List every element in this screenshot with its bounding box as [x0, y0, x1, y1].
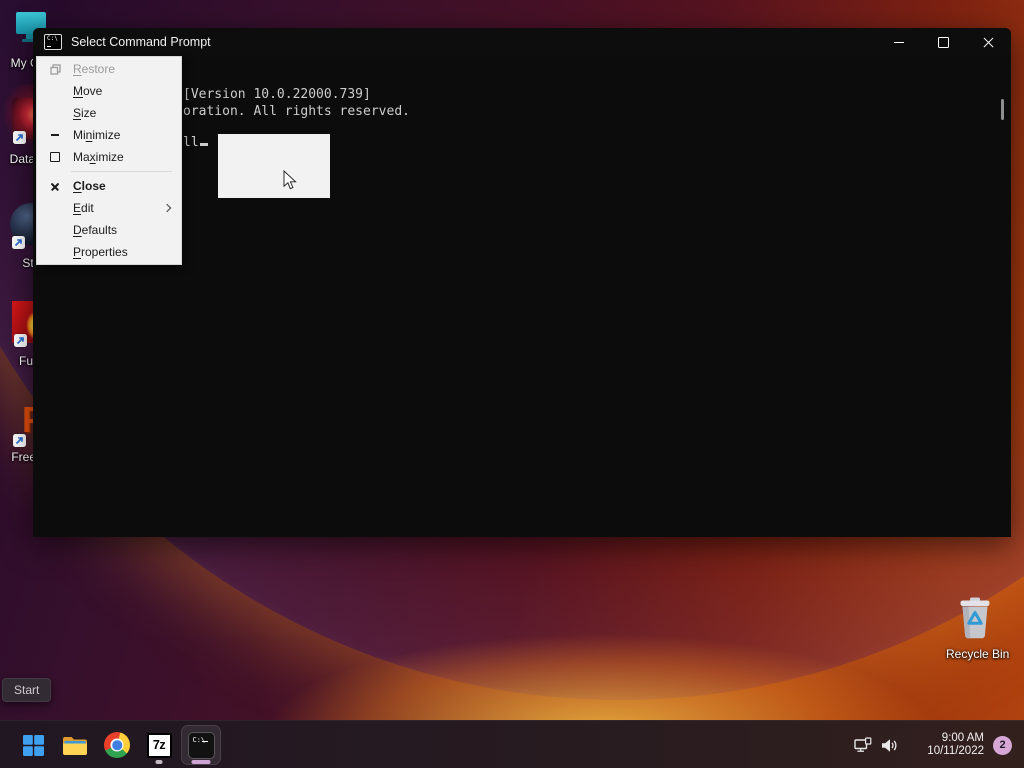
menu-item-label: Close — [73, 179, 106, 193]
chrome-button[interactable] — [97, 725, 137, 765]
clock-time: 9:00 AM — [941, 731, 984, 744]
maximize-icon — [45, 152, 65, 162]
clock-date: 10/11/2022 — [927, 745, 984, 757]
minimize-button[interactable] — [876, 28, 921, 56]
volume-icon — [881, 738, 896, 752]
desktop-icon-label: Recycle Bin — [946, 647, 1010, 661]
taskbar: 7z C:\ 9:00 AM 10/11/2022 2 — [0, 720, 1024, 768]
close-icon — [983, 37, 994, 48]
desktop-icon-recycle-bin[interactable]: Recycle Bin — [946, 596, 1010, 661]
terminal-prompt-text: ll — [183, 135, 199, 150]
minimize-icon — [45, 134, 65, 136]
command-prompt-button[interactable]: C:\ — [181, 725, 221, 765]
scrollbar-thumb[interactable] — [1001, 99, 1004, 120]
menu-item-minimize[interactable]: Minimize — [37, 124, 181, 146]
network-icon — [853, 737, 871, 752]
cmd-icon[interactable]: C:\ — [44, 34, 62, 50]
shortcut-arrow-icon — [13, 131, 26, 144]
menu-item-edit[interactable]: Edit — [37, 197, 181, 219]
restore-icon — [45, 63, 65, 75]
system-context-menu: Restore Move Size Minimize Maximize Clos… — [36, 56, 182, 265]
cmd-icon-glyph: C:\ — [47, 35, 58, 42]
menu-item-size[interactable]: Size — [37, 102, 181, 124]
command-prompt-icon: C:\ — [187, 731, 215, 759]
maximize-icon — [938, 36, 949, 48]
seven-zip-button[interactable]: 7z — [139, 725, 179, 765]
file-explorer-icon — [63, 737, 87, 755]
menu-item-label: Maximize — [73, 150, 124, 164]
screen: My Co DataW St Fur F FreeC — [0, 0, 1024, 768]
close-icon — [45, 182, 65, 191]
network-button[interactable] — [850, 725, 876, 765]
volume-button[interactable] — [876, 725, 902, 765]
mouse-cursor — [283, 169, 298, 196]
seven-zip-label: 7z — [152, 738, 166, 752]
submenu-arrow-icon — [162, 203, 172, 213]
menu-item-defaults[interactable]: Defaults — [37, 219, 181, 241]
selection-highlight — [218, 134, 330, 198]
menu-item-label: Move — [73, 84, 103, 98]
shortcut-arrow-icon — [12, 236, 25, 249]
text-cursor — [199, 143, 208, 146]
windows-logo-icon — [22, 734, 44, 756]
maximize-button[interactable] — [921, 28, 966, 56]
desktop-icon-freec[interactable]: F FreeC — [0, 0, 58, 465]
menu-item-properties[interactable]: Properties — [37, 241, 181, 263]
menu-item-maximize[interactable]: Maximize — [37, 146, 181, 168]
shortcut-arrow-icon — [14, 334, 27, 347]
start-button[interactable] — [13, 725, 53, 765]
terminal-copyright-line: oration. All rights reserved. — [183, 104, 410, 119]
window-titlebar[interactable]: C:\ Select Command Prompt — [33, 28, 1011, 56]
clock[interactable]: 9:00 AM 10/11/2022 — [906, 732, 984, 759]
cmd-icon-cursor — [47, 45, 51, 47]
menu-item-restore[interactable]: Restore — [37, 58, 181, 80]
minimize-icon — [893, 41, 904, 43]
close-button[interactable] — [966, 28, 1011, 56]
window-title: Select Command Prompt — [71, 35, 211, 49]
active-window-indicator — [191, 759, 211, 764]
start-tooltip: Start — [2, 678, 52, 702]
terminal-prompt-line: ll — [183, 135, 208, 150]
menu-item-label: Size — [73, 106, 97, 120]
chrome-icon — [104, 732, 130, 758]
menu-item-label: Minimize — [73, 128, 121, 142]
menu-item-label: Properties — [73, 245, 128, 259]
notification-badge[interactable]: 2 — [993, 735, 1012, 755]
recycle-bin-icon — [960, 597, 990, 639]
menu-separator — [71, 171, 172, 172]
seven-zip-icon: 7z — [146, 732, 172, 758]
menu-item-label: Defaults — [73, 223, 118, 237]
file-explorer-button[interactable] — [55, 725, 95, 765]
menu-item-close[interactable]: Close — [37, 175, 181, 197]
menu-item-move[interactable]: Move — [37, 80, 181, 102]
shortcut-arrow-icon — [13, 434, 26, 447]
menu-item-label: Restore — [73, 62, 116, 76]
running-indicator — [155, 760, 163, 764]
terminal-version-line: [Version 10.0.22000.739] — [183, 87, 371, 102]
cmd-icon-cursor — [201, 740, 208, 743]
menu-item-label: Edit — [73, 201, 94, 215]
